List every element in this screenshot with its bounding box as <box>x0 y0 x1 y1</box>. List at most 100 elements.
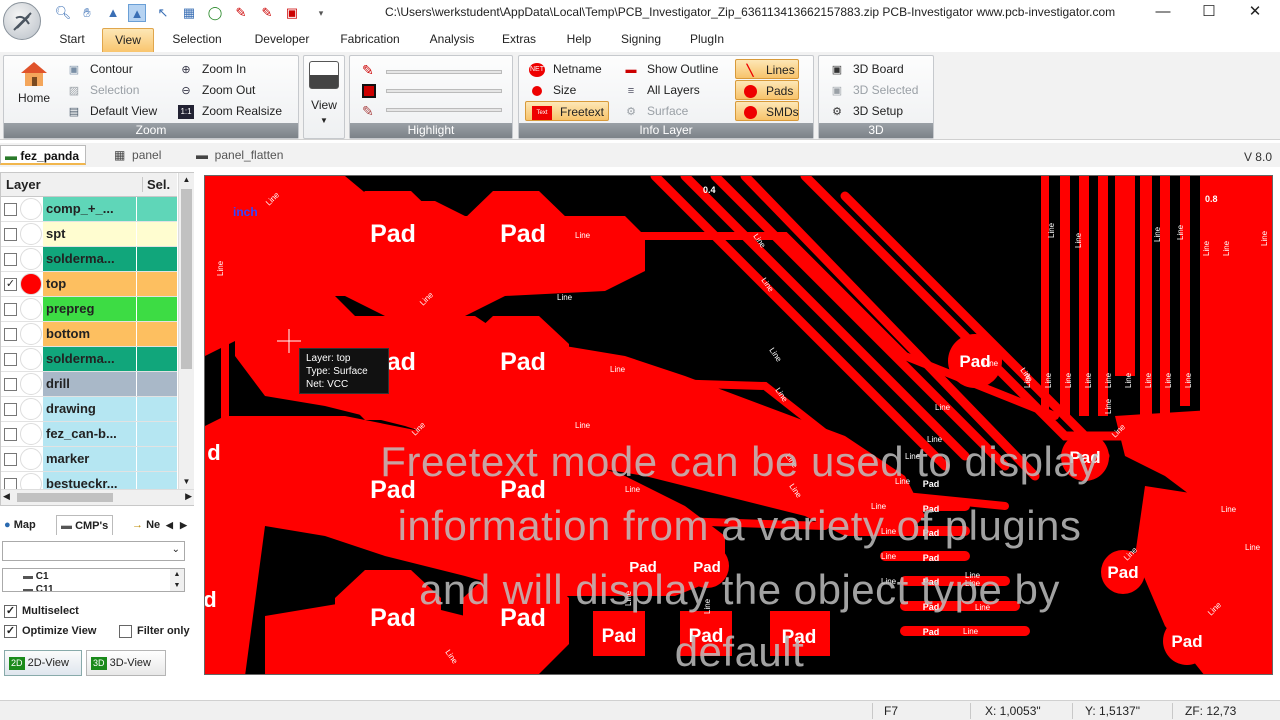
layer-name[interactable]: spt <box>43 222 136 246</box>
layer-name[interactable]: solderma... <box>43 347 136 371</box>
layer-visibility-checkbox[interactable] <box>4 303 17 316</box>
scroll-up-icon[interactable]: ▲ <box>179 173 194 187</box>
layer-name[interactable]: drawing <box>43 397 136 421</box>
three-d-board-button[interactable]: ▣ 3D Board <box>829 59 904 79</box>
sel-column-header[interactable]: Sel. <box>142 177 170 192</box>
select-arrow-icon[interactable]: ▲ <box>128 4 146 22</box>
tab-net[interactable]: → Ne <box>132 515 160 535</box>
circle-icon[interactable]: ◯ <box>206 4 224 22</box>
layer-color-dot-icon[interactable] <box>20 423 42 445</box>
tab-map[interactable]: ● Map <box>4 515 36 535</box>
tab-view[interactable]: View <box>102 28 154 52</box>
layer-horizontal-scrollbar[interactable]: ◀ ▶ <box>1 489 194 505</box>
layer-visibility-checkbox[interactable] <box>4 378 17 391</box>
layer-select-cell[interactable] <box>137 322 177 346</box>
layer-name[interactable]: drill <box>43 372 136 396</box>
tab-plugin[interactable]: PlugIn <box>684 28 730 52</box>
scroll-left-icon[interactable]: ◀ <box>3 491 10 502</box>
highlight-slider-2[interactable] <box>386 89 502 93</box>
layer-color-dot-icon[interactable] <box>20 198 42 220</box>
layer-select-cell[interactable] <box>137 447 177 471</box>
layer-visibility-checkbox[interactable] <box>4 328 17 341</box>
layer-visibility-checkbox[interactable] <box>4 353 17 366</box>
doc-tab-panel[interactable]: ▦ panel <box>114 145 161 165</box>
scroll-thumb[interactable] <box>181 189 192 369</box>
layer-visibility-checkbox[interactable] <box>4 203 17 216</box>
search-icon[interactable]: 🔍︎ <box>54 4 72 22</box>
layer-select-cell[interactable] <box>137 422 177 446</box>
layer-visibility-checkbox[interactable]: ✓ <box>4 278 17 291</box>
highlight-color-icon[interactable] <box>362 84 376 98</box>
app-logo-icon[interactable] <box>3 2 41 40</box>
all-layers-button[interactable]: ≡ All Layers <box>623 80 700 100</box>
highlight-slider-1[interactable] <box>386 70 502 74</box>
tree-item-c1[interactable]: ▬ C1 <box>23 571 49 582</box>
layer-column-header[interactable]: Layer <box>6 177 41 192</box>
two-d-view-button[interactable]: 2D 2D-View <box>4 650 82 676</box>
layer-name[interactable]: top <box>43 272 136 296</box>
highlight-brush-icon[interactable]: ✎ <box>362 103 374 120</box>
highlight-pen-icon[interactable]: ✎ <box>362 62 374 79</box>
layer-row[interactable]: drawing <box>1 397 177 422</box>
layer-row[interactable]: bottom <box>1 322 177 347</box>
view-dropdown-button[interactable]: View ▼ <box>303 55 345 139</box>
size-button[interactable]: Size <box>529 80 576 100</box>
layer-color-dot-icon[interactable] <box>20 298 42 320</box>
doc-tab-fez-panda[interactable]: ▬ fez_panda <box>0 145 87 165</box>
contour-button[interactable]: ▣ Contour <box>66 59 133 79</box>
three-d-setup-button[interactable]: ⚙ 3D Setup <box>829 101 903 121</box>
zoom-realsize-button[interactable]: 1:1 Zoom Realsize <box>178 101 282 121</box>
layer-select-cell[interactable] <box>137 297 177 321</box>
tab-fabrication[interactable]: Fabrication <box>333 28 407 52</box>
pen-icon[interactable]: ✎ <box>232 4 250 22</box>
tab-cmps[interactable]: ▬ CMP's <box>56 515 114 535</box>
layer-name[interactable]: prepreg <box>43 297 136 321</box>
layer-select-cell[interactable] <box>137 222 177 246</box>
minimize-button[interactable]: — <box>1140 0 1186 24</box>
tab-analysis[interactable]: Analysis <box>424 28 480 52</box>
cursor-icon[interactable]: ↖ <box>154 4 172 22</box>
tab-extras[interactable]: Extras <box>497 28 541 52</box>
three-d-view-button[interactable]: 3D 3D-View <box>86 650 166 676</box>
layer-color-dot-icon[interactable] <box>20 323 42 345</box>
layer-color-dot-icon[interactable] <box>20 448 42 470</box>
layer-color-dot-icon[interactable] <box>20 398 42 420</box>
grid-icon[interactable]: ▦ <box>180 4 198 22</box>
pcb-canvas[interactable]: Pad Pad Pad Pad Pad Pad Pad Pad Pad Pad … <box>204 175 1273 675</box>
zoom-out-button[interactable]: ⊖ Zoom Out <box>178 80 255 100</box>
h-scroll-thumb[interactable] <box>17 493 113 502</box>
selection-zoom-button[interactable]: ▨ Selection <box>66 80 140 100</box>
layer-visibility-checkbox[interactable] <box>4 228 17 241</box>
three-d-selected-button[interactable]: ▣ 3D Selected <box>829 80 919 100</box>
close-button[interactable]: ✕ <box>1232 0 1278 24</box>
optimize-view-checkbox[interactable]: ✓ Optimize View <box>4 623 96 639</box>
pad-icon[interactable]: ▣ <box>283 4 301 22</box>
layer-visibility-checkbox[interactable] <box>4 253 17 266</box>
tab-selection[interactable]: Selection <box>164 28 230 52</box>
surface-button[interactable]: ⚙ Surface <box>623 101 688 121</box>
scroll-right-icon[interactable]: ▶ <box>185 491 192 502</box>
highlight-slider-3[interactable] <box>386 108 502 112</box>
doc-tab-panel-flatten[interactable]: ▬ panel_flatten <box>196 145 283 165</box>
layer-color-dot-icon[interactable] <box>20 248 42 270</box>
tree-scrollbar[interactable]: ▲ ▼ <box>170 569 184 591</box>
layer-color-dot-icon[interactable] <box>20 273 42 295</box>
arrow-up-icon[interactable]: ▲ <box>104 4 122 22</box>
multiselect-checkbox[interactable]: ✓ Multiselect <box>4 603 79 619</box>
scroll-down-icon[interactable]: ▼ <box>179 475 194 489</box>
layer-name[interactable]: fez_can-b... <box>43 422 136 446</box>
dropdown-icon[interactable]: ▾ <box>312 4 330 22</box>
layer-row[interactable]: solderma... <box>1 247 177 272</box>
zoom-in-button[interactable]: ⊕ Zoom In <box>178 59 246 79</box>
layer-select-cell[interactable] <box>137 397 177 421</box>
tab-help[interactable]: Help <box>558 28 600 52</box>
layer-name[interactable]: comp_+_... <box>43 197 136 221</box>
layer-row[interactable]: prepreg <box>1 297 177 322</box>
component-filter-select[interactable]: ⌄ <box>2 541 185 561</box>
layer-select-cell[interactable] <box>137 197 177 221</box>
layer-visibility-checkbox[interactable] <box>4 403 17 416</box>
layer-color-dot-icon[interactable] <box>20 223 42 245</box>
default-view-button[interactable]: ▤ Default View <box>66 101 157 121</box>
tab-scroll-right-icon[interactable]: ▶ <box>180 515 187 535</box>
component-tree[interactable]: ▬ C1 ▬ C11 ▲ ▼ <box>2 568 185 592</box>
